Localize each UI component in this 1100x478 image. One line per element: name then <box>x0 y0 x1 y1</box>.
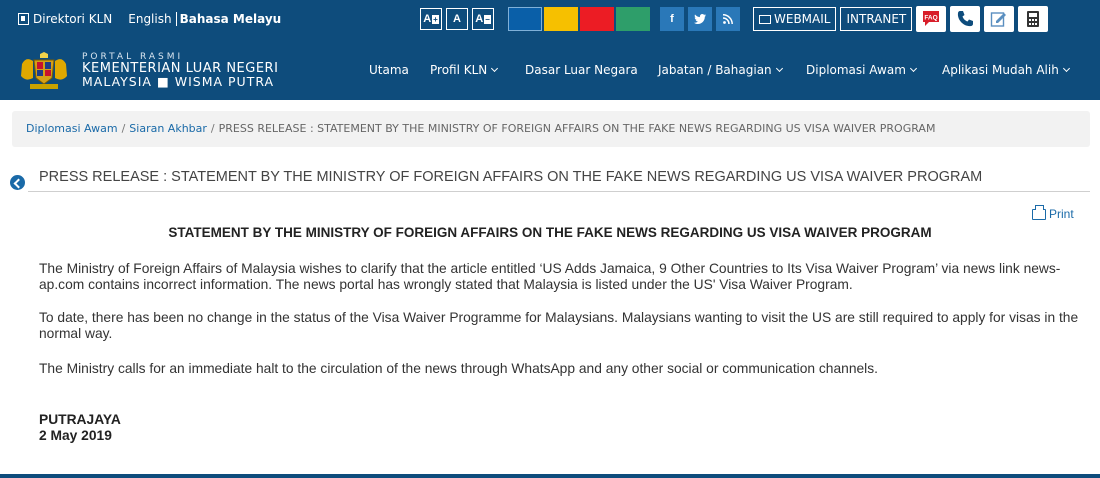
printer-icon <box>1032 204 1046 220</box>
article-date: 2 May 2019 <box>39 428 112 443</box>
nav-dasar-luar-negara[interactable]: Dasar Luar Negara <box>525 63 638 77</box>
site-title[interactable]: PORTAL RASMI KEMENTERIAN LUAR NEGERI MAL… <box>82 52 278 88</box>
facebook-icon[interactable]: f <box>660 7 684 31</box>
calculator-icon[interactable] <box>1018 6 1049 32</box>
chevron-down-icon <box>491 64 499 73</box>
chevron-down-icon <box>775 64 783 73</box>
font-normal-button[interactable]: A <box>446 8 468 30</box>
twitter-icon[interactable] <box>688 7 712 31</box>
lang-english-link[interactable]: English <box>128 12 171 26</box>
directory-icon <box>18 13 29 25</box>
nav-diplomasi-awam[interactable]: Diplomasi Awam <box>806 63 917 77</box>
print-button[interactable]: Print <box>1032 204 1074 221</box>
breadcrumb: Diplomasi Awam / Siaran Akhbar / PRESS RELEA… <box>12 111 1090 147</box>
top-links: Direktori KLN English Bahasa Melayu <box>18 0 281 38</box>
nav-jabatan-bahagian[interactable]: Jabatan / Bahagian <box>658 63 783 77</box>
nav-profil-kln[interactable]: Profil KLN <box>430 63 499 77</box>
phone-icon[interactable] <box>950 6 981 32</box>
theme-green-button[interactable] <box>616 7 650 31</box>
portal-links: WEBMAIL INTRANET FAQ <box>753 6 1052 32</box>
theme-red-button[interactable] <box>580 7 614 31</box>
accessibility-tools: A + A A − f <box>420 7 744 31</box>
coat-of-arms-logo[interactable] <box>16 52 72 90</box>
article-place: PUTRAJAYA <box>39 412 121 427</box>
directory-link[interactable]: Direktori KLN <box>33 12 112 26</box>
webmail-button[interactable]: WEBMAIL <box>753 7 837 31</box>
rss-icon[interactable] <box>716 7 740 31</box>
mail-icon <box>759 14 771 24</box>
lang-malay-link[interactable]: Bahasa Melayu <box>180 12 282 26</box>
chevron-down-icon <box>909 64 917 73</box>
breadcrumb-current: PRESS RELEASE : STATEMENT BY THE MINISTR… <box>218 122 936 135</box>
plus-icon: + <box>432 14 439 24</box>
intranet-button[interactable]: INTRANET <box>840 7 913 31</box>
faq-icon[interactable]: FAQ <box>916 6 947 32</box>
breadcrumb-diplomasi-awam[interactable]: Diplomasi Awam <box>26 122 118 135</box>
title-divider <box>28 191 1090 192</box>
svg-text:FAQ: FAQ <box>925 15 938 22</box>
theme-blue-button[interactable] <box>508 7 542 31</box>
article-paragraph: The Ministry of Foreign Affairs of Malay… <box>39 261 1061 292</box>
chevron-down-icon <box>1062 64 1070 73</box>
top-utility-bar: Direktori KLN English Bahasa Melayu A + A… <box>0 0 1100 38</box>
footer-bar <box>0 474 1100 478</box>
back-arrow-icon[interactable] <box>10 175 25 190</box>
font-decrease-button[interactable]: A − <box>472 8 494 30</box>
feedback-icon[interactable] <box>984 6 1015 32</box>
article-heading: STATEMENT BY THE MINISTRY OF FOREIGN AFF… <box>168 225 932 240</box>
theme-yellow-button[interactable] <box>544 7 578 31</box>
lang-divider <box>175 12 177 26</box>
article-paragraph: The Ministry calls for an immediate halt… <box>39 361 878 376</box>
article-paragraph: To date, there has been no change in the… <box>39 310 1079 341</box>
page-title: PRESS RELEASE : STATEMENT BY THE MINISTR… <box>39 169 983 185</box>
nav-aplikasi-mudah-alih[interactable]: Aplikasi Mudah Alih <box>942 63 1070 77</box>
minus-icon: − <box>484 14 491 24</box>
nav-utama[interactable]: Utama <box>369 63 409 77</box>
breadcrumb-siaran-akhbar[interactable]: Siaran Akhbar <box>129 122 207 135</box>
font-increase-button[interactable]: A + <box>420 8 442 30</box>
